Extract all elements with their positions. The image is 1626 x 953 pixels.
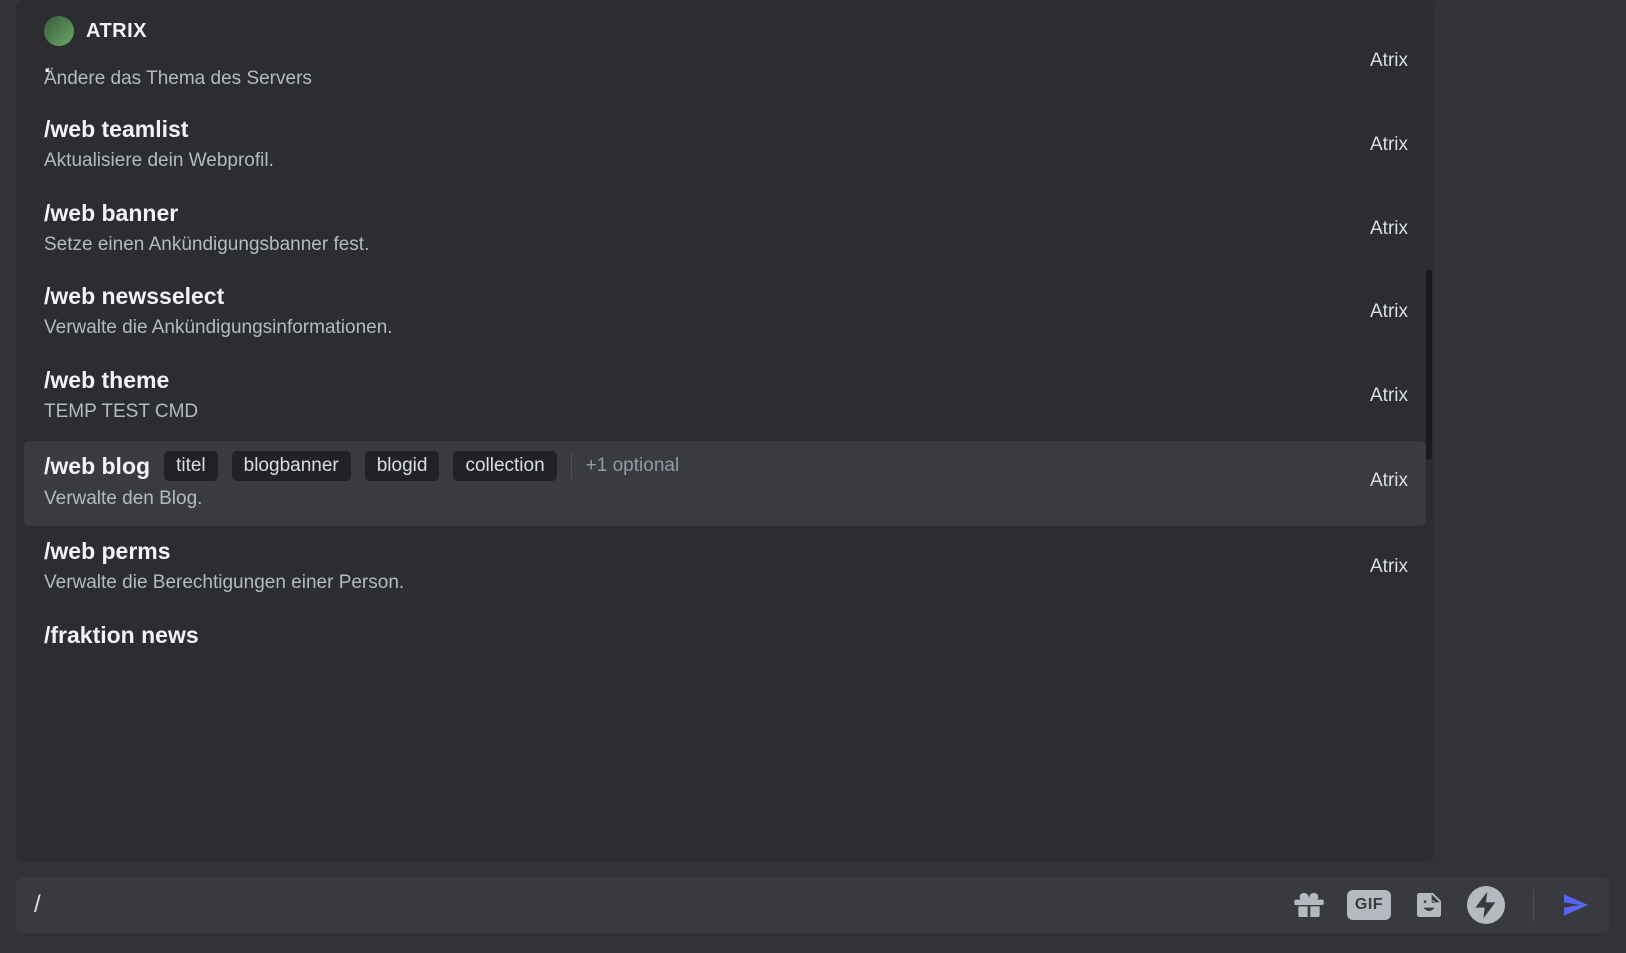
bot-avatar [44, 16, 74, 46]
command-source: Atrix [1370, 301, 1408, 323]
bot-section-header: ATRIX [24, 8, 1426, 50]
command-source: Atrix [1370, 556, 1408, 578]
command-content: /web banner Setze einen Ankündigungsbanne… [44, 200, 369, 258]
command-param-chip: titel [164, 451, 218, 482]
command-name: /web perms [44, 538, 171, 565]
command-source: Atrix [1370, 218, 1408, 240]
command-name: /web blog [44, 453, 150, 480]
send-button[interactable] [1556, 885, 1596, 925]
input-action-icons: GIF [1289, 885, 1596, 925]
param-divider [571, 453, 572, 479]
command-autocomplete-panel: ATRIX . Atrix Ändere das Thema des Serve… [16, 0, 1434, 862]
command-content: /web perms Verwalte die Berechtigungen ei… [44, 538, 404, 596]
command-name: /fraktion news [44, 622, 199, 649]
command-item[interactable]: /web teamlist Aktualisiere dein Webprofil… [24, 106, 1426, 188]
app-root: ATRIX . Atrix Ändere das Thema des Serve… [0, 0, 1626, 953]
command-source: Atrix [1370, 385, 1408, 407]
command-content: /web theme TEMP TEST CMD [44, 367, 198, 425]
command-source: Atrix [1370, 470, 1408, 492]
command-item[interactable]: /web theme TEMP TEST CMD Atrix [24, 357, 1426, 439]
command-content: /web blog titel blogbanner blogid collection… [44, 451, 679, 512]
gif-badge-label: GIF [1347, 890, 1391, 920]
command-title-row: /web teamlist [44, 116, 274, 143]
command-description: TEMP TEST CMD [44, 400, 198, 425]
sticker-icon[interactable] [1409, 885, 1449, 925]
message-input[interactable]: / [34, 891, 1289, 919]
command-list: /web teamlist Aktualisiere dein Webprofil… [24, 106, 1426, 610]
command-item[interactable]: /web blog titel blogbanner blogid collection… [24, 441, 1426, 526]
command-description: Aktualisiere dein Webprofil. [44, 149, 274, 174]
command-optional-count: +1 optional [586, 455, 680, 477]
command-title-row: /web blog titel blogbanner blogid collection… [44, 451, 679, 482]
command-description: Verwalte den Blog. [44, 487, 679, 512]
command-content: /web newsselect Verwalte die Ankündigungs… [44, 283, 393, 341]
scrollbar-thumb[interactable] [1426, 270, 1432, 460]
command-param-chip: blogbanner [232, 451, 351, 482]
command-title-row: /web banner [44, 200, 369, 227]
command-item[interactable]: /web perms Verwalte die Berechtigungen ei… [24, 528, 1426, 610]
gif-picker-icon[interactable]: GIF [1347, 885, 1391, 925]
command-source: Atrix [1370, 134, 1408, 156]
command-param-chip: collection [453, 451, 556, 482]
command-description: Setze einen Ankündigungsbanner fest. [44, 233, 369, 258]
command-source: Atrix [1370, 50, 1408, 72]
command-name: /web theme [44, 367, 169, 394]
command-param-chip: blogid [365, 451, 440, 482]
command-name: /web banner [44, 200, 178, 227]
command-title-row: /web theme [44, 367, 198, 394]
message-input-bar: / GIF [16, 877, 1610, 933]
command-description: Ändere das Thema des Servers [24, 68, 1408, 90]
command-title-row: /web perms [44, 538, 404, 565]
command-title-row: /web newsselect [44, 283, 393, 310]
command-item-partial-bottom[interactable]: /fraktion news [24, 612, 1426, 649]
command-name: /web teamlist [44, 116, 188, 143]
command-item-partial-top[interactable]: . Atrix Ändere das Thema des Servers [24, 50, 1426, 104]
command-name: /web newsselect [44, 283, 224, 310]
gift-icon[interactable] [1289, 885, 1329, 925]
send-divider [1533, 889, 1534, 921]
emoji-icon[interactable] [1467, 885, 1505, 925]
command-content: /web teamlist Aktualisiere dein Webprofil… [44, 116, 274, 174]
command-description: Verwalte die Ankündigungsinformationen. [44, 316, 393, 341]
command-item[interactable]: /web newsselect Verwalte die Ankündigungs… [24, 273, 1426, 355]
command-scroll-area[interactable]: ATRIX . Atrix Ändere das Thema des Serve… [16, 0, 1434, 862]
command-description: Verwalte die Berechtigungen einer Person… [44, 571, 404, 596]
command-item[interactable]: /web banner Setze einen Ankündigungsbanne… [24, 190, 1426, 272]
bot-name: ATRIX [86, 20, 147, 43]
